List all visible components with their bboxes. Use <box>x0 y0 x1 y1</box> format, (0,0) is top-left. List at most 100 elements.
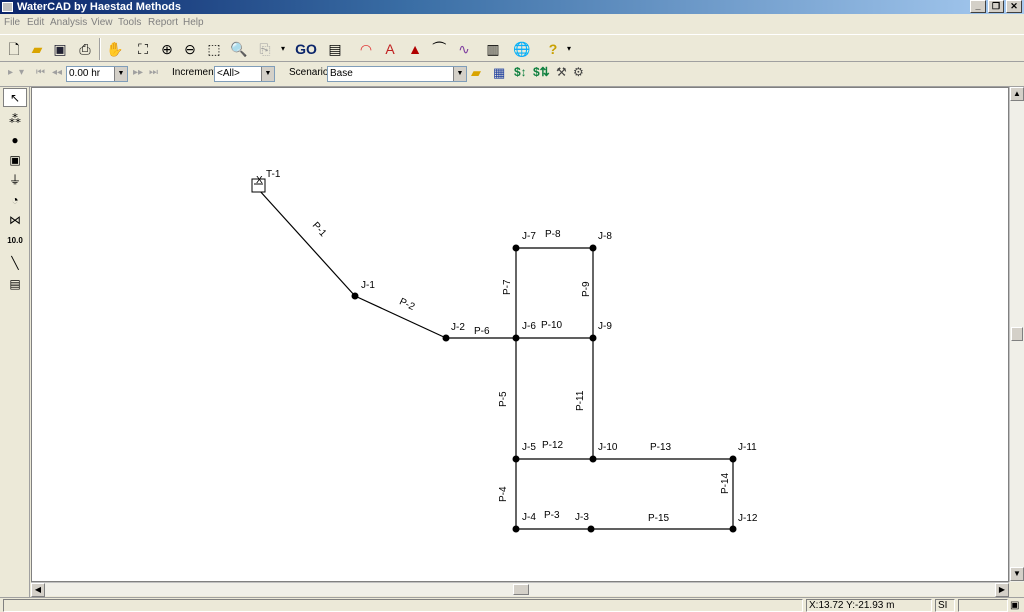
reservoir-icon[interactable]: ⏚ <box>3 170 27 189</box>
svg-text:X: X <box>256 175 263 186</box>
menu-report[interactable]: Report <box>148 17 178 28</box>
increment-combo[interactable]: <All> ▼ <box>214 66 275 82</box>
next-step-icon[interactable]: ▸▸ <box>133 67 143 78</box>
scroll-left-arrow-icon[interactable]: ◀ <box>31 583 45 597</box>
pump-icon[interactable]: ◔ <box>3 190 27 209</box>
table-icon[interactable]: ▤ <box>324 38 346 60</box>
time-combo[interactable]: 0.00 hr ▼ <box>66 66 128 82</box>
scenario-folder-icon[interactable]: ▰ <box>471 65 481 81</box>
last-step-icon[interactable]: ⏭ <box>149 67 158 78</box>
element-palette: ↖ ⁂ ● ▣ ⏚ ◔ ⋈ 10.0 ╲ ▤ <box>0 87 30 597</box>
new-file-icon[interactable]: 🗋 <box>3 38 25 60</box>
previous-step-icon[interactable]: ◂◂ <box>52 67 62 78</box>
save-icon[interactable]: ▣ <box>49 38 71 60</box>
pipe-p1[interactable] <box>258 189 356 297</box>
valve-icon[interactable]: ⋈ <box>3 210 27 229</box>
globe-icon[interactable]: 🌐 <box>511 38 533 60</box>
junction-j2[interactable] <box>442 334 450 342</box>
calibration-icon[interactable]: ⚙ <box>573 65 584 79</box>
zoom-previous-icon[interactable]: 🔍 <box>228 38 250 60</box>
graph-icon[interactable]: ∿ <box>453 38 475 60</box>
junction-j12[interactable] <box>729 525 737 533</box>
open-folder-icon[interactable]: ▰ <box>26 38 48 60</box>
close-button[interactable]: ✕ <box>1006 0 1022 13</box>
increment-dropdown-arrow-icon[interactable]: ▼ <box>261 67 274 81</box>
scroll-right-arrow-icon[interactable]: ▶ <box>995 583 1009 597</box>
unit-system-indicator: SI <box>935 599 955 612</box>
go-compute-button[interactable]: GO <box>293 38 319 60</box>
border-text-icon[interactable]: ▤ <box>3 274 27 293</box>
horizontal-scrollbar[interactable]: ◀ ▶ <box>31 582 1009 597</box>
cost-manager-icon[interactable]: $⇅ <box>533 65 550 79</box>
play-dropdown-icon[interactable]: ▾ <box>19 67 24 78</box>
dropdown-arrow-icon[interactable]: ▾ <box>278 38 288 60</box>
pipe-label-p1: P-1 <box>310 220 329 239</box>
report-icon[interactable]: ▥ <box>482 38 504 60</box>
tank-t1[interactable]: X <box>251 175 266 193</box>
pipe-label-p9: P-9 <box>581 281 592 297</box>
time-value: 0.00 hr <box>69 68 101 79</box>
junction-j6[interactable] <box>512 334 520 342</box>
junction-j3[interactable] <box>587 525 595 533</box>
zoom-window-icon[interactable]: ⬚ <box>203 38 225 60</box>
time-dropdown-arrow-icon[interactable]: ▼ <box>114 67 127 81</box>
network-drawing[interactable]: X T-1 J-1 J-2 J-3 J-4 J-5 J-6 J-7 J-8 J-… <box>32 88 1010 583</box>
junction-j5[interactable] <box>512 455 520 463</box>
junction-j11[interactable] <box>729 455 737 463</box>
line-tool-icon[interactable]: ╲ <box>3 253 27 272</box>
print-icon[interactable]: ⎙ <box>74 38 96 60</box>
restore-button[interactable]: ❐ <box>988 0 1004 13</box>
annotation-icon[interactable]: A <box>379 38 401 60</box>
title-bar: WaterCAD by Haestad Methods _ ❐ ✕ <box>0 0 1024 14</box>
vertical-scroll-thumb[interactable] <box>1011 327 1023 341</box>
color-coding-icon[interactable]: ◠ <box>355 38 377 60</box>
pan-hand-icon[interactable]: ✋ <box>104 38 126 60</box>
text-annotation-icon[interactable]: 10.0 <box>3 231 27 250</box>
junction-icon[interactable]: ● <box>3 130 27 149</box>
junction-j8[interactable] <box>589 244 597 252</box>
pipe-label-p4: P-4 <box>498 486 509 502</box>
profile-icon[interactable]: ⏜ <box>428 38 450 60</box>
help-dropdown-arrow-icon[interactable]: ▾ <box>564 38 574 60</box>
junction-label-j11: J-11 <box>738 442 757 453</box>
zoom-in-icon[interactable]: ⊕ <box>156 38 178 60</box>
menu-analysis[interactable]: Analysis <box>50 17 87 28</box>
scenario-manager-icon[interactable]: ▦ <box>493 65 505 81</box>
menu-tools[interactable]: Tools <box>118 17 141 28</box>
zoom-extents-icon[interactable]: ⛶ <box>132 38 154 60</box>
drawing-canvas[interactable]: X T-1 J-1 J-2 J-3 J-4 J-5 J-6 J-7 J-8 J-… <box>31 87 1009 582</box>
junction-j9[interactable] <box>589 334 597 342</box>
zoom-out-icon[interactable]: ⊖ <box>179 38 201 60</box>
minimize-button[interactable]: _ <box>970 0 986 13</box>
play-icon[interactable]: ▸ <box>8 67 13 78</box>
scenario-label: Scenario: <box>289 67 332 78</box>
horizontal-scroll-thumb[interactable] <box>513 584 529 595</box>
junction-label-j2: J-2 <box>451 322 465 333</box>
status-save-icon: ▣ <box>1010 600 1020 611</box>
junction-j7[interactable] <box>512 244 520 252</box>
junction-label-j3: J-3 <box>575 512 589 523</box>
menu-file[interactable]: File <box>4 17 20 28</box>
tank-icon[interactable]: ▣ <box>3 150 27 169</box>
scroll-up-arrow-icon[interactable]: ▲ <box>1010 87 1024 101</box>
first-step-icon[interactable]: ⏮ <box>36 67 45 78</box>
menu-edit[interactable]: Edit <box>27 17 44 28</box>
vertical-scrollbar[interactable]: ▲ ▼ <box>1009 87 1024 582</box>
pipe-label-p11: P-11 <box>575 390 586 411</box>
scenario-dropdown-arrow-icon[interactable]: ▼ <box>453 67 466 81</box>
scenario-combo[interactable]: Base ▼ <box>327 66 467 82</box>
fire-flow-icon[interactable]: ⚒ <box>556 65 567 79</box>
increment-value: <All> <box>217 68 240 79</box>
junction-j1[interactable] <box>351 292 359 300</box>
layout-pipe-icon[interactable]: ⁂ <box>3 109 27 128</box>
junction-label-j7: J-7 <box>522 231 536 242</box>
menu-help[interactable]: Help <box>183 17 204 28</box>
menu-view[interactable]: View <box>91 17 113 28</box>
select-arrow-icon[interactable]: ↖ <box>3 88 27 107</box>
contours-icon[interactable]: ▲ <box>404 38 426 60</box>
scroll-down-arrow-icon[interactable]: ▼ <box>1010 567 1024 581</box>
help-icon[interactable]: ? <box>542 38 564 60</box>
junction-j10[interactable] <box>589 455 597 463</box>
cost-icon[interactable]: $↕ <box>514 65 527 79</box>
junction-j4[interactable] <box>512 525 520 533</box>
